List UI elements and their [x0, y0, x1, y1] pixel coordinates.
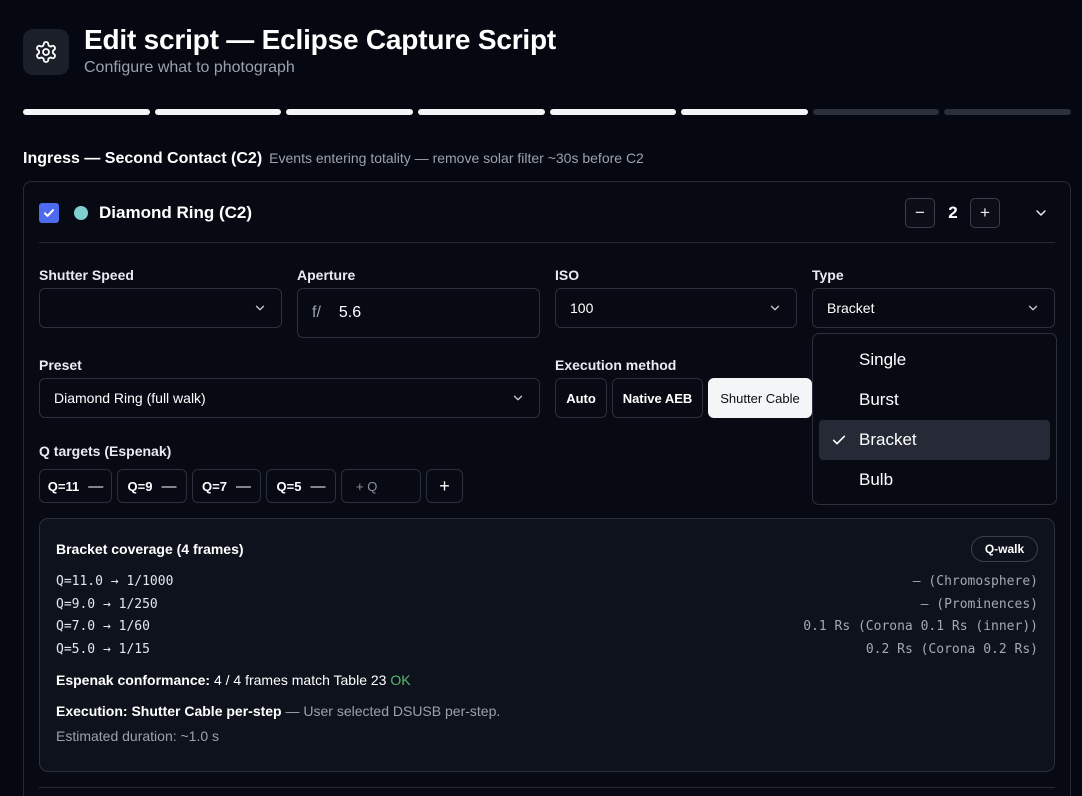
type-option-label: Burst — [859, 390, 899, 409]
coverage-row-target: — (Prominences) — [920, 597, 1038, 612]
aperture-input[interactable]: f/ 5.6 — [297, 288, 540, 338]
iso-select[interactable]: 100 — [555, 288, 797, 328]
preset-value: Diamond Ring (full walk) — [54, 390, 206, 406]
coverage-row-frame: Q=9.0 → 1/250 — [56, 597, 158, 612]
increment-button[interactable]: + — [970, 198, 1000, 228]
q-chip-label: Q=9 — [127, 478, 153, 494]
item-enabled-checkbox[interactable] — [39, 203, 59, 223]
type-dropdown-menu: Single Burst Bracket Bulb — [812, 333, 1057, 505]
app-icon — [23, 29, 69, 75]
execution-summary-label: Execution: — [56, 703, 128, 719]
type-option-bulb[interactable]: Bulb — [819, 460, 1050, 500]
type-label: Type — [812, 267, 844, 283]
conformance-status: OK — [390, 672, 411, 688]
remove-icon[interactable]: — — [236, 478, 251, 495]
page-title: Edit script — Eclipse Capture Script — [84, 24, 557, 55]
conformance-line: Espenak conformance: 4 / 4 frames match … — [56, 672, 411, 688]
preset-label: Preset — [39, 357, 82, 373]
progress-segment — [23, 109, 150, 115]
page-subtitle: Configure what to photograph — [84, 59, 295, 76]
type-value: Bracket — [827, 300, 875, 316]
collapse-button[interactable] — [1028, 200, 1054, 226]
step-progress — [23, 109, 1071, 115]
aperture-prefix: f/ — [312, 304, 321, 321]
shutter-speed-select[interactable] — [39, 288, 282, 328]
iso-label: ISO — [555, 267, 580, 283]
section-note: Events entering totality — remove solar … — [269, 150, 644, 166]
iso-value: 100 — [570, 300, 594, 316]
progress-segment — [681, 109, 808, 115]
conformance-label: Espenak conformance: — [56, 672, 211, 688]
type-select[interactable]: Bracket — [812, 288, 1055, 328]
coverage-row-frame: Q=11.0 → 1/1000 — [56, 574, 174, 589]
chevron-down-icon — [253, 301, 267, 315]
card-divider — [39, 787, 1055, 788]
coverage-title: Bracket coverage (4 frames) — [56, 541, 244, 557]
aperture-label: Aperture — [297, 267, 356, 283]
chevron-down-icon — [768, 301, 782, 315]
coverage-row-frame: Q=7.0 → 1/60 — [56, 619, 150, 634]
estimated-duration: Estimated duration: ~1.0 s — [56, 728, 220, 744]
coverage-row-target: 0.1 Rs (Corona 0.1 Rs (inner)) — [803, 619, 1038, 634]
item-name: Diamond Ring (C2) — [99, 203, 252, 222]
shutter-speed-label: Shutter Speed — [39, 267, 134, 283]
coverage-row-target: 0.2 Rs (Corona 0.2 Rs) — [865, 642, 1038, 657]
execution-shutter-cable-button[interactable]: Shutter Cable — [708, 378, 812, 418]
q-chip[interactable]: Q=7 — — [192, 469, 261, 503]
chevron-down-icon — [1036, 210, 1046, 216]
aperture-value: 5.6 — [338, 304, 362, 321]
coverage-row-target: — (Chromosphere) — [912, 574, 1038, 589]
add-q-button[interactable]: + — [426, 469, 463, 503]
progress-segment — [286, 109, 413, 115]
execution-native-aeb-button[interactable]: Native AEB — [612, 378, 703, 418]
execution-method-label: Execution method — [555, 357, 677, 373]
conformance-value: 4 / 4 frames match Table 23 — [213, 672, 387, 688]
check-icon — [43, 209, 55, 217]
decrement-button[interactable]: − — [905, 198, 935, 228]
execution-summary-value: Shutter Cable per-step — [131, 703, 282, 719]
progress-segment — [417, 109, 545, 115]
card-divider — [39, 242, 1055, 243]
check-icon — [831, 432, 847, 448]
progress-segment — [154, 109, 282, 115]
remove-icon[interactable]: — — [88, 478, 103, 495]
q-chip-label: Q=11 — [47, 478, 80, 494]
type-option-label: Single — [859, 350, 907, 369]
execution-auto-button[interactable]: Auto — [555, 378, 607, 418]
status-dot — [74, 206, 88, 220]
section-title: Ingress — Second Contact (C2) Events ente… — [23, 150, 644, 168]
coverage-row-frame: Q=5.0 → 1/15 — [56, 642, 150, 657]
q-chip-label: Q=7 — [202, 478, 227, 494]
progress-segment — [944, 109, 1071, 115]
preset-select[interactable]: Diamond Ring (full walk) — [39, 378, 540, 418]
type-option-single[interactable]: Single — [819, 340, 1050, 380]
remove-icon[interactable]: — — [310, 478, 325, 495]
type-option-label: Bulb — [859, 470, 894, 489]
type-option-bracket[interactable]: Bracket — [819, 420, 1050, 460]
type-option-burst[interactable]: Burst — [819, 380, 1050, 420]
q-targets-label: Q targets (Espenak) — [39, 443, 172, 459]
q-chip[interactable]: Q=11 — — [39, 469, 112, 503]
section-title-text: Ingress — Second Contact (C2) — [23, 150, 263, 167]
q-target-input[interactable]: + Q — [341, 469, 421, 503]
q-chip[interactable]: Q=9 — — [117, 469, 187, 503]
progress-segment — [549, 109, 677, 115]
execution-summary: Execution: Shutter Cable per-step — User… — [56, 703, 500, 719]
chevron-down-icon — [1026, 301, 1040, 315]
progress-segment — [812, 109, 940, 115]
count-value: 2 — [948, 203, 958, 222]
gear-icon — [36, 41, 56, 63]
q-chip-label: Q=5 — [276, 478, 302, 494]
q-chip[interactable]: Q=5 — — [266, 469, 336, 503]
q-walk-badge: Q-walk — [971, 536, 1038, 562]
execution-summary-note: — User selected DSUSB per-step. — [285, 703, 501, 719]
remove-icon[interactable]: — — [161, 478, 176, 495]
chevron-down-icon — [511, 391, 525, 405]
type-option-label: Bracket — [859, 430, 917, 449]
